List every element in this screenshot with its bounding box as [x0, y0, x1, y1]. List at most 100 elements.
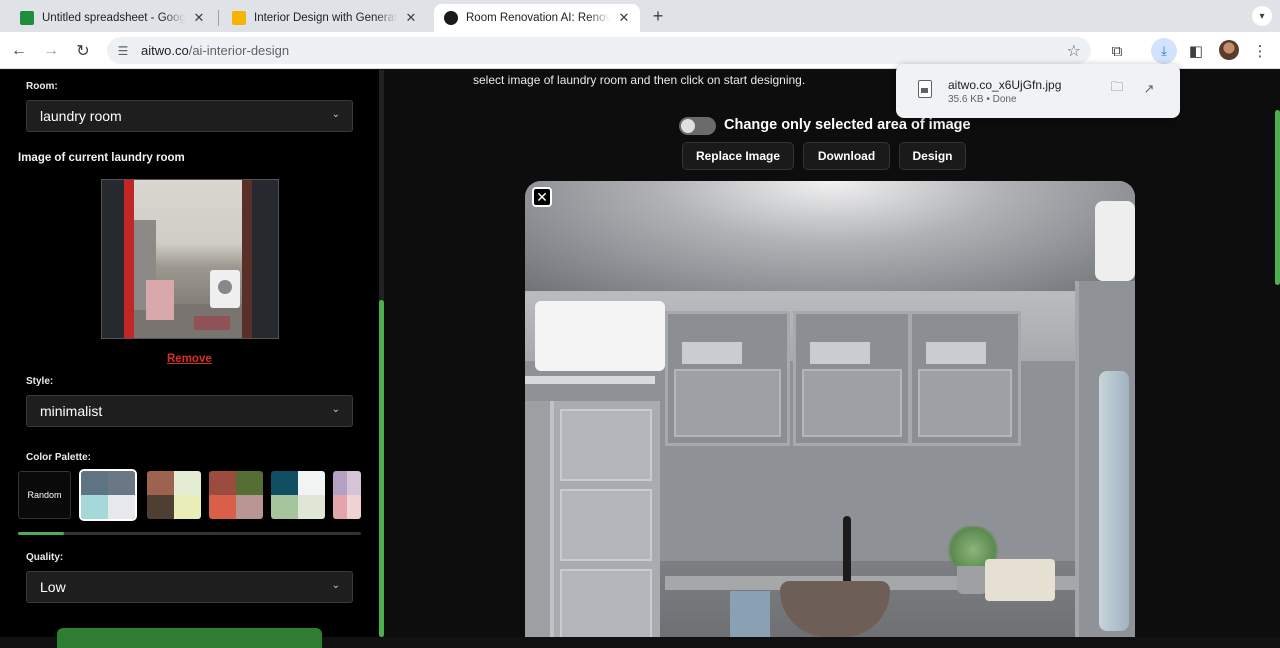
puzzle-icon[interactable]: ⧉ — [1106, 40, 1128, 62]
remove-image-link[interactable]: Remove — [167, 353, 212, 365]
tune-icon[interactable]: ☰ — [115, 43, 131, 59]
replace-image-button[interactable]: Replace Image — [682, 142, 794, 170]
palette-color — [236, 495, 263, 519]
aitwo-favicon-icon — [444, 11, 458, 25]
star-icon[interactable]: ☆ — [1067, 41, 1081, 61]
kebab-menu-icon[interactable]: ⋮ — [1249, 40, 1271, 62]
download-button[interactable]: Download — [803, 142, 890, 170]
slides-favicon-icon — [232, 11, 246, 25]
tab-title: Untitled spreadsheet - Google Sheets — [42, 12, 185, 24]
palette-scrollbar[interactable] — [18, 532, 361, 535]
palette-color — [108, 471, 135, 495]
img-pot — [957, 566, 987, 594]
palette-swatch[interactable] — [271, 471, 325, 519]
img-box — [810, 342, 870, 364]
page-scrollbar-thumb[interactable] — [1275, 110, 1280, 285]
palette-color — [347, 471, 361, 495]
palette-swatch[interactable] — [79, 469, 137, 521]
photo-basket — [146, 280, 174, 320]
style-label: Style: — [26, 376, 54, 387]
photo-red-door — [124, 180, 134, 338]
close-icon[interactable]: ✕ — [532, 187, 552, 207]
palette-color — [108, 495, 135, 519]
avatar[interactable] — [1219, 40, 1239, 60]
tab-room-renovation[interactable]: Room Renovation AI: Renovate ✕ — [434, 4, 640, 32]
img-bin — [560, 489, 652, 561]
img-basket — [985, 559, 1055, 601]
current-room-photo — [124, 180, 252, 338]
tab-spreadsheet[interactable]: Untitled spreadsheet - Google Sheets ✕ — [10, 4, 215, 32]
palette-color — [298, 495, 325, 519]
quality-select[interactable]: Low ⌄ — [26, 571, 353, 603]
img-towels — [535, 301, 665, 371]
palette-scrollbar-thumb[interactable] — [18, 532, 64, 535]
img-cabinet — [665, 311, 790, 446]
photo-rug — [194, 316, 230, 330]
img-faucet — [843, 516, 851, 586]
room-select[interactable]: laundry room ⌄ — [26, 100, 353, 132]
palette-color — [81, 495, 108, 519]
tab-title: Room Renovation AI: Renovate — [466, 12, 610, 24]
url-path: /ai-interior-design — [188, 43, 290, 58]
img-bin — [560, 569, 652, 637]
instruction-text: select image of laundry room and then cl… — [473, 73, 806, 87]
forward-arrow-icon[interactable]: → — [40, 40, 62, 62]
image-heading: Image of current laundry room — [18, 152, 185, 164]
selected-area-toggle[interactable] — [679, 117, 716, 135]
room-select-value: laundry room — [40, 108, 122, 124]
img-folded-towels — [1095, 201, 1135, 281]
tab-separator — [218, 10, 219, 26]
toggle-label: Change only selected area of image — [724, 117, 971, 133]
close-tab-icon[interactable]: ✕ — [191, 10, 207, 26]
close-tab-icon[interactable]: ✕ — [616, 10, 632, 26]
img-box — [926, 342, 986, 364]
image-file-icon — [918, 80, 932, 98]
img-bins-left — [525, 401, 550, 637]
img-robe — [1099, 371, 1129, 631]
img-bins — [550, 401, 660, 637]
img-box — [682, 342, 742, 364]
img-cabinet — [909, 311, 1021, 446]
design-button[interactable]: Design — [899, 142, 966, 170]
tab-search-icon[interactable]: ▾ — [1252, 6, 1272, 26]
palette-color — [147, 471, 174, 495]
download-icon[interactable]: ⤓ — [1151, 38, 1177, 64]
url-text: aitwo.co/ai-interior-design — [141, 43, 289, 58]
download-filename[interactable]: aitwo.co_x6UjGfn.jpg — [948, 78, 1061, 92]
style-select[interactable]: minimalist ⌄ — [26, 395, 353, 427]
img-shelf — [525, 376, 655, 384]
start-designing-button[interactable] — [57, 628, 322, 648]
style-select-value: minimalist — [40, 403, 103, 419]
reload-icon[interactable]: ↻ — [72, 40, 94, 62]
palette-color — [333, 471, 347, 495]
palette-color — [298, 471, 325, 495]
palette-color — [81, 471, 108, 495]
quality-label: Quality: — [26, 552, 64, 563]
photo-door-frame — [242, 180, 252, 338]
tab-title: Interior Design with Generative AI — [254, 12, 397, 24]
new-tab-icon[interactable]: + — [648, 6, 668, 26]
download-bubble: aitwo.co_x6UjGfn.jpg 35.6 KB • Done 🗀 ↗ — [896, 64, 1180, 118]
open-external-icon[interactable]: ↗ — [1140, 80, 1158, 98]
palette-swatch[interactable] — [147, 471, 201, 519]
side-panel-icon[interactable]: ◧ — [1185, 40, 1207, 62]
palette-label: Color Palette: — [26, 452, 92, 463]
tab-strip: Untitled spreadsheet - Google Sheets ✕ I… — [0, 0, 1280, 32]
quality-select-value: Low — [40, 579, 66, 595]
random-palette-button[interactable]: Random — [18, 471, 71, 519]
palette-swatch[interactable] — [209, 471, 263, 519]
close-tab-icon[interactable]: ✕ — [403, 10, 419, 26]
tab-interior-design[interactable]: Interior Design with Generative AI ✕ — [222, 4, 427, 32]
download-meta: 35.6 KB • Done — [948, 94, 1017, 105]
generated-design-image — [525, 181, 1135, 637]
back-arrow-icon[interactable]: ← — [8, 40, 30, 62]
palette-swatch[interactable] — [333, 471, 361, 519]
palette-color — [147, 495, 174, 519]
address-bar[interactable]: ☰ aitwo.co/ai-interior-design ☆ — [107, 37, 1091, 64]
palette-color — [333, 495, 347, 519]
palette-color — [271, 495, 298, 519]
folder-icon[interactable]: 🗀 — [1108, 79, 1126, 98]
img-sink — [780, 581, 890, 637]
img-bin — [560, 409, 652, 481]
img-cabinet-door — [674, 369, 781, 437]
